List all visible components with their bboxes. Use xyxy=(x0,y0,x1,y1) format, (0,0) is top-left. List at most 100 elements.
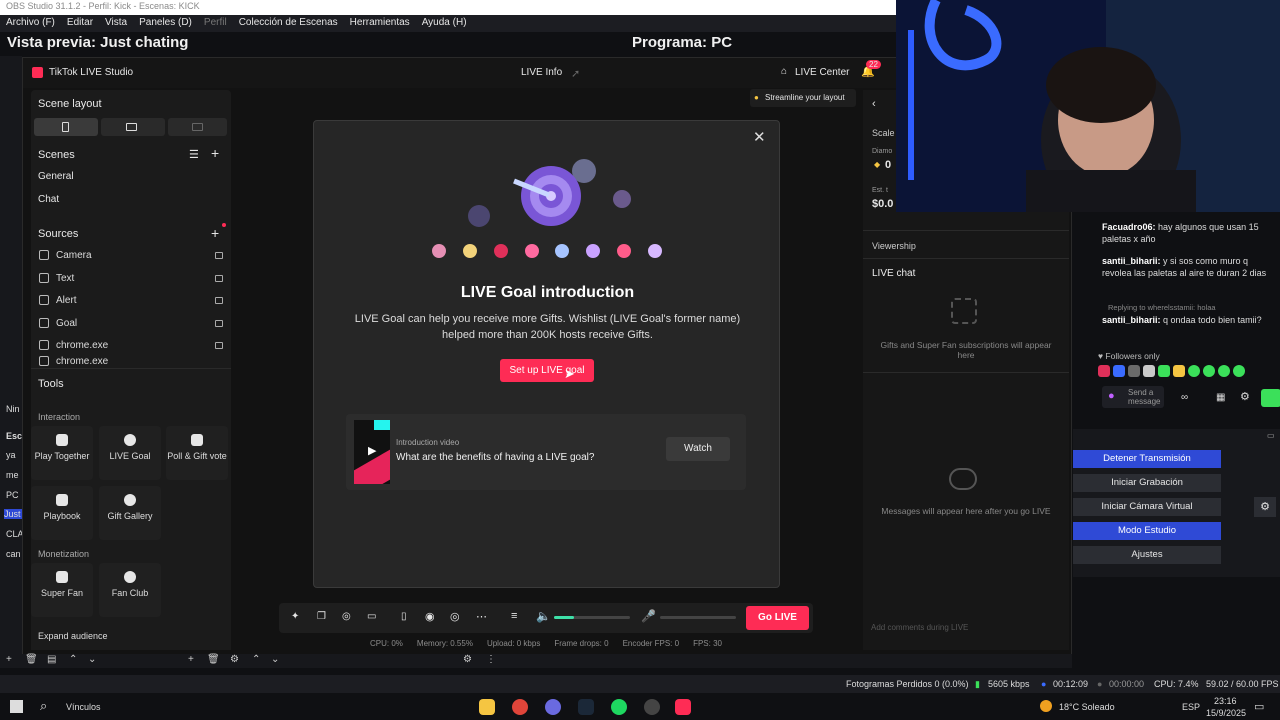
add-source-icon[interactable]: + xyxy=(211,225,219,241)
clock-date[interactable]: 15/9/2025 xyxy=(1206,708,1246,718)
streamline-tip[interactable]: ● Streamline your layout xyxy=(750,89,856,107)
layout-dual-button[interactable] xyxy=(168,118,227,136)
arrow-down-icon[interactable]: ⌄ xyxy=(88,654,96,665)
lock-icon[interactable] xyxy=(215,319,223,327)
camera-toggle-icon[interactable]: ◎ xyxy=(450,610,460,623)
chat-username[interactable]: Facuadro06: xyxy=(1102,222,1156,232)
mic-icon[interactable]: ● xyxy=(1108,390,1115,402)
store-icon[interactable]: ▦ xyxy=(1216,392,1225,404)
discord-icon[interactable] xyxy=(545,699,561,715)
start-virtual-cam-button[interactable]: Iniciar Cámara Virtual xyxy=(1073,498,1221,516)
menu-perfil[interactable]: Perfil xyxy=(204,17,227,30)
studio-mode-button[interactable]: Modo Estudio xyxy=(1073,522,1221,540)
obs-icon[interactable] xyxy=(644,699,660,715)
microphone-icon[interactable]: 🎤 xyxy=(641,609,656,623)
emote-icon[interactable] xyxy=(1203,365,1215,377)
lock-icon[interactable] xyxy=(215,341,223,349)
arrow-up-icon[interactable]: ⌃ xyxy=(252,654,260,665)
gear-icon[interactable]: ⚙ xyxy=(1254,497,1276,517)
tool-gift-gallery[interactable]: Gift Gallery xyxy=(99,486,161,540)
scene-general[interactable]: General xyxy=(38,171,74,182)
share-icon[interactable]: ➚ xyxy=(571,67,580,80)
add-scene-icon[interactable]: + xyxy=(211,145,219,161)
obs-left-fragment[interactable]: Just xyxy=(4,509,22,519)
spotify-icon[interactable] xyxy=(611,699,627,715)
emote-icon[interactable] xyxy=(1098,365,1110,377)
trash-icon[interactable]: 🗑 xyxy=(25,654,38,665)
obs-left-fragment[interactable]: me xyxy=(6,470,19,480)
menu-coleccion[interactable]: Colección de Escenas xyxy=(239,17,338,30)
more-icon[interactable]: ⋯ xyxy=(476,610,487,623)
screen-icon[interactable]: ▭ xyxy=(367,611,376,622)
windows-start-icon[interactable] xyxy=(10,700,23,713)
emote-icon[interactable] xyxy=(1158,365,1170,377)
emote-icon[interactable] xyxy=(1143,365,1155,377)
close-icon[interactable]: ✕ xyxy=(753,128,766,146)
tool-play-together[interactable]: Play Together xyxy=(31,426,93,480)
gear-icon[interactable]: ⚙ xyxy=(1240,391,1250,403)
emote-icon[interactable] xyxy=(1188,365,1200,377)
tool-playbook[interactable]: Playbook xyxy=(31,486,93,540)
magic-wand-icon[interactable]: ✦ xyxy=(291,611,299,622)
mic-slider[interactable] xyxy=(660,616,736,619)
source-chrome[interactable]: chrome.exe xyxy=(39,335,225,355)
set-up-live-goal-button[interactable]: Set up LIVE goal xyxy=(500,359,594,382)
add-icon[interactable]: + xyxy=(6,654,12,665)
link-icon[interactable]: ∞ xyxy=(1181,392,1188,404)
layout-landscape-button[interactable] xyxy=(101,118,165,136)
live-center-link[interactable]: LIVE Center xyxy=(795,67,849,78)
emote-icon[interactable] xyxy=(1128,365,1140,377)
obs-left-fragment[interactable]: can xyxy=(6,549,21,559)
source-camera[interactable]: Camera xyxy=(39,245,225,265)
language-indicator[interactable]: ESP xyxy=(1182,702,1200,712)
dock-icon[interactable]: ▭ xyxy=(1267,431,1275,440)
weather-text[interactable]: 18°C Soleado xyxy=(1059,702,1115,712)
file-explorer-icon[interactable] xyxy=(479,699,495,715)
source-chrome-2[interactable]: chrome.exe xyxy=(39,356,225,366)
obs-left-fragment[interactable]: ya xyxy=(6,450,16,460)
clock-time[interactable]: 23:16 xyxy=(1214,696,1237,706)
volume-slider[interactable] xyxy=(554,616,630,619)
go-live-button[interactable]: Go LIVE xyxy=(746,606,809,630)
tiktok-icon[interactable] xyxy=(675,699,691,715)
source-alert[interactable]: Alert xyxy=(39,290,225,310)
chat-username[interactable]: santii_biharii: xyxy=(1102,315,1161,325)
arrow-down-icon[interactable]: ⌄ xyxy=(271,654,279,665)
stop-stream-button[interactable]: Detener Transmisión xyxy=(1073,450,1221,468)
source-goal[interactable]: Goal xyxy=(39,313,225,333)
tool-live-goal[interactable]: LIVE Goal xyxy=(99,426,161,480)
watch-button[interactable]: Watch xyxy=(666,437,730,461)
more-vertical-icon[interactable]: ⋮ xyxy=(486,654,496,665)
video-thumbnail[interactable]: ▶ xyxy=(354,420,390,484)
copy-icon[interactable]: ❐ xyxy=(317,611,326,622)
menu-vista[interactable]: Vista xyxy=(105,17,127,30)
menu-ayuda[interactable]: Ayuda (H) xyxy=(422,17,467,30)
tool-poll[interactable]: Poll & Gift vote xyxy=(166,426,228,480)
obs-left-fragment[interactable]: CLA xyxy=(6,529,24,539)
effects-icon[interactable]: ◎ xyxy=(342,611,351,622)
chat-username[interactable]: santii_biharii: xyxy=(1102,256,1161,266)
live-info-tab[interactable]: LIVE Info xyxy=(521,67,562,78)
start-recording-button[interactable]: Iniciar Grabación xyxy=(1073,474,1221,492)
intro-video-card[interactable]: ▶ Introduction video What are the benefi… xyxy=(346,414,746,490)
lock-icon[interactable] xyxy=(215,251,223,259)
menu-editar[interactable]: Editar xyxy=(67,17,93,30)
menu-paneles[interactable]: Paneles (D) xyxy=(139,17,192,30)
search-icon[interactable]: ⌕ xyxy=(40,698,47,714)
menu-herramientas[interactable]: Herramientas xyxy=(350,17,410,30)
tool-super-fan[interactable]: Super Fan xyxy=(31,563,93,617)
chrome-icon[interactable] xyxy=(512,699,528,715)
record-icon[interactable]: ◉ xyxy=(425,610,435,623)
taskbar-search-label[interactable]: Vínculos xyxy=(66,702,101,712)
emote-icon[interactable] xyxy=(1173,365,1185,377)
source-text[interactable]: Text xyxy=(39,268,225,288)
chevron-left-icon[interactable]: ‹ xyxy=(872,98,876,110)
steam-icon[interactable] xyxy=(578,699,594,715)
lock-icon[interactable] xyxy=(215,296,223,304)
layout-portrait-button[interactable] xyxy=(34,118,98,136)
chat-send-button[interactable] xyxy=(1261,389,1280,407)
speaker-icon[interactable]: 🔈 xyxy=(536,609,551,623)
notification-icon[interactable]: ▭ xyxy=(1254,700,1264,713)
settings-button[interactable]: Ajustes xyxy=(1073,546,1221,564)
emote-icon[interactable] xyxy=(1218,365,1230,377)
